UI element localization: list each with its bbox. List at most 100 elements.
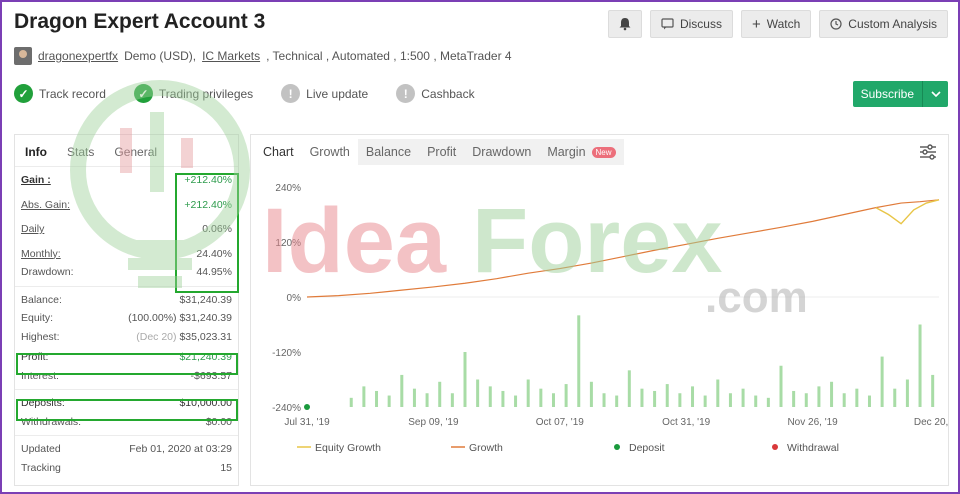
stat-row-drawdown: Drawdown: 44.95% <box>15 263 238 282</box>
stat-row-highest: Highest: (Dec 20) $35,023.31 <box>15 328 238 347</box>
profit-bar <box>918 324 922 407</box>
equity-series-line <box>875 199 940 225</box>
profit-bar <box>665 384 669 407</box>
stat-row-withdrawals: Withdrawals: $0.00 <box>15 413 238 432</box>
stat-row-deposits: Deposits: $10,000.00 <box>15 394 238 413</box>
profit-bar <box>691 386 695 407</box>
badge-live-update: ! Live update <box>281 84 368 103</box>
profit-bar <box>602 393 606 407</box>
highest-label: Highest: <box>21 330 60 343</box>
avatar[interactable] <box>14 47 32 65</box>
profit-bar <box>551 393 555 407</box>
account-meta: dragonexpertfx Demo (USD), IC Markets , … <box>14 47 512 65</box>
profit-bar <box>779 365 783 407</box>
legend-label: Growth <box>469 442 503 454</box>
stat-row-interest: Interest: -$693.57 <box>15 367 238 386</box>
equity-value: (100.00%) $31,240.39 <box>128 312 232 325</box>
info-tabs: Info Stats General <box>15 135 238 167</box>
settings-sliders-icon[interactable] <box>918 142 938 162</box>
check-icon: ✓ <box>14 84 33 103</box>
margin-label: Margin <box>547 145 586 159</box>
profit-bar <box>438 381 442 407</box>
profit-bar <box>526 379 530 407</box>
tab-stats[interactable]: Stats <box>67 145 94 166</box>
tracking-label: Tracking <box>21 461 61 474</box>
profit-value: $21,240.39 <box>179 351 232 364</box>
notifications-button[interactable] <box>607 10 642 38</box>
profit-bar <box>539 388 543 407</box>
equity-label: Equity: <box>21 312 54 325</box>
gain-value: +212.40% <box>184 174 232 187</box>
profit-bar <box>880 356 884 407</box>
tab-general[interactable]: General <box>114 145 157 166</box>
drawdown-label: Drawdown: <box>21 266 74 279</box>
profit-bar <box>931 374 935 407</box>
stat-row-daily: Daily 0.06% <box>15 220 238 239</box>
deposits-label: Deposits: <box>21 397 65 410</box>
legend-label: Equity Growth <box>315 442 381 454</box>
abs-gain-label[interactable]: Abs. Gain: <box>21 199 70 211</box>
profit-bar <box>855 388 859 407</box>
info-panel: Info Stats General Gain : +212.40% Abs. … <box>14 134 239 486</box>
y-tick-label: -240% <box>272 403 301 414</box>
profit-bar <box>577 315 581 407</box>
clock-icon <box>830 18 842 30</box>
stat-row-profit: Profit: $21,240.39 <box>15 348 238 367</box>
profit-bar <box>564 384 568 407</box>
watch-button[interactable]: + Watch <box>740 10 812 38</box>
profit-bar <box>766 397 770 407</box>
discuss-button[interactable]: Discuss <box>649 10 733 38</box>
verification-badges: ✓ Track record ✓ Trading privileges ! Li… <box>14 84 475 103</box>
profit-bar <box>476 379 480 407</box>
profit-bar <box>842 393 846 407</box>
tab-info[interactable]: Info <box>25 145 47 166</box>
header-actions: Discuss + Watch Custom Analysis <box>607 10 948 38</box>
profit-bar <box>425 393 429 407</box>
tab-drawdown[interactable]: Drawdown <box>464 139 540 165</box>
subscribe-button[interactable]: Subscribe <box>853 81 922 107</box>
profit-bar <box>463 352 467 407</box>
profit-bar <box>830 381 834 407</box>
tracking-value: 15 <box>220 461 232 474</box>
tab-profit[interactable]: Profit <box>419 139 465 165</box>
account-type: Demo (USD), <box>124 49 197 63</box>
account-details: , Technical , Automated , 1:500 , MetaTr… <box>266 49 512 63</box>
check-icon: ✓ <box>133 84 153 103</box>
legend-swatch-deposit <box>614 444 620 450</box>
badge-label: Trading privileges <box>158 86 254 101</box>
plus-icon: + <box>751 15 761 33</box>
profit-bar <box>589 381 593 407</box>
badge-trading-privileges: ✓ Trading privileges <box>133 84 254 103</box>
daily-label[interactable]: Daily <box>21 223 44 235</box>
subscribe-dropdown[interactable] <box>922 81 948 107</box>
badge-cashback: ! Cashback <box>396 84 475 103</box>
balance-label: Balance: <box>21 293 62 306</box>
broker-link[interactable]: IC Markets <box>202 49 260 63</box>
custom-analysis-button[interactable]: Custom Analysis <box>819 10 948 38</box>
watch-label: Watch <box>766 17 801 31</box>
profit-bar <box>741 388 745 407</box>
gain-label[interactable]: Gain : <box>21 174 51 186</box>
username-link[interactable]: dragonexpertfx <box>38 49 118 63</box>
chevron-down-icon <box>930 91 941 97</box>
profit-bar <box>514 395 518 407</box>
profit-bar <box>488 386 492 407</box>
profit-bar <box>905 379 909 407</box>
profit-bar <box>412 388 416 407</box>
monthly-label[interactable]: Monthly: <box>21 248 61 260</box>
tab-margin[interactable]: Margin New <box>539 139 624 165</box>
stat-row-equity: Equity: (100.00%) $31,240.39 <box>15 309 238 328</box>
deposits-value: $10,000.00 <box>179 397 232 410</box>
profit-bar <box>349 397 353 407</box>
updated-value: Feb 01, 2020 at 03:29 <box>129 443 232 456</box>
tab-balance[interactable]: Balance <box>357 139 420 165</box>
subscribe-button-group: Subscribe <box>852 81 948 107</box>
interest-label: Interest: <box>21 369 59 382</box>
tab-growth[interactable]: Growth <box>302 139 358 165</box>
abs-gain-value: +212.40% <box>184 198 232 211</box>
legend-label: Deposit <box>629 442 665 454</box>
growth-series-line <box>306 199 940 298</box>
balance-value: $31,240.39 <box>179 293 232 306</box>
profit-bar <box>893 388 897 407</box>
stat-row-tracking: Tracking 15 <box>15 459 238 478</box>
